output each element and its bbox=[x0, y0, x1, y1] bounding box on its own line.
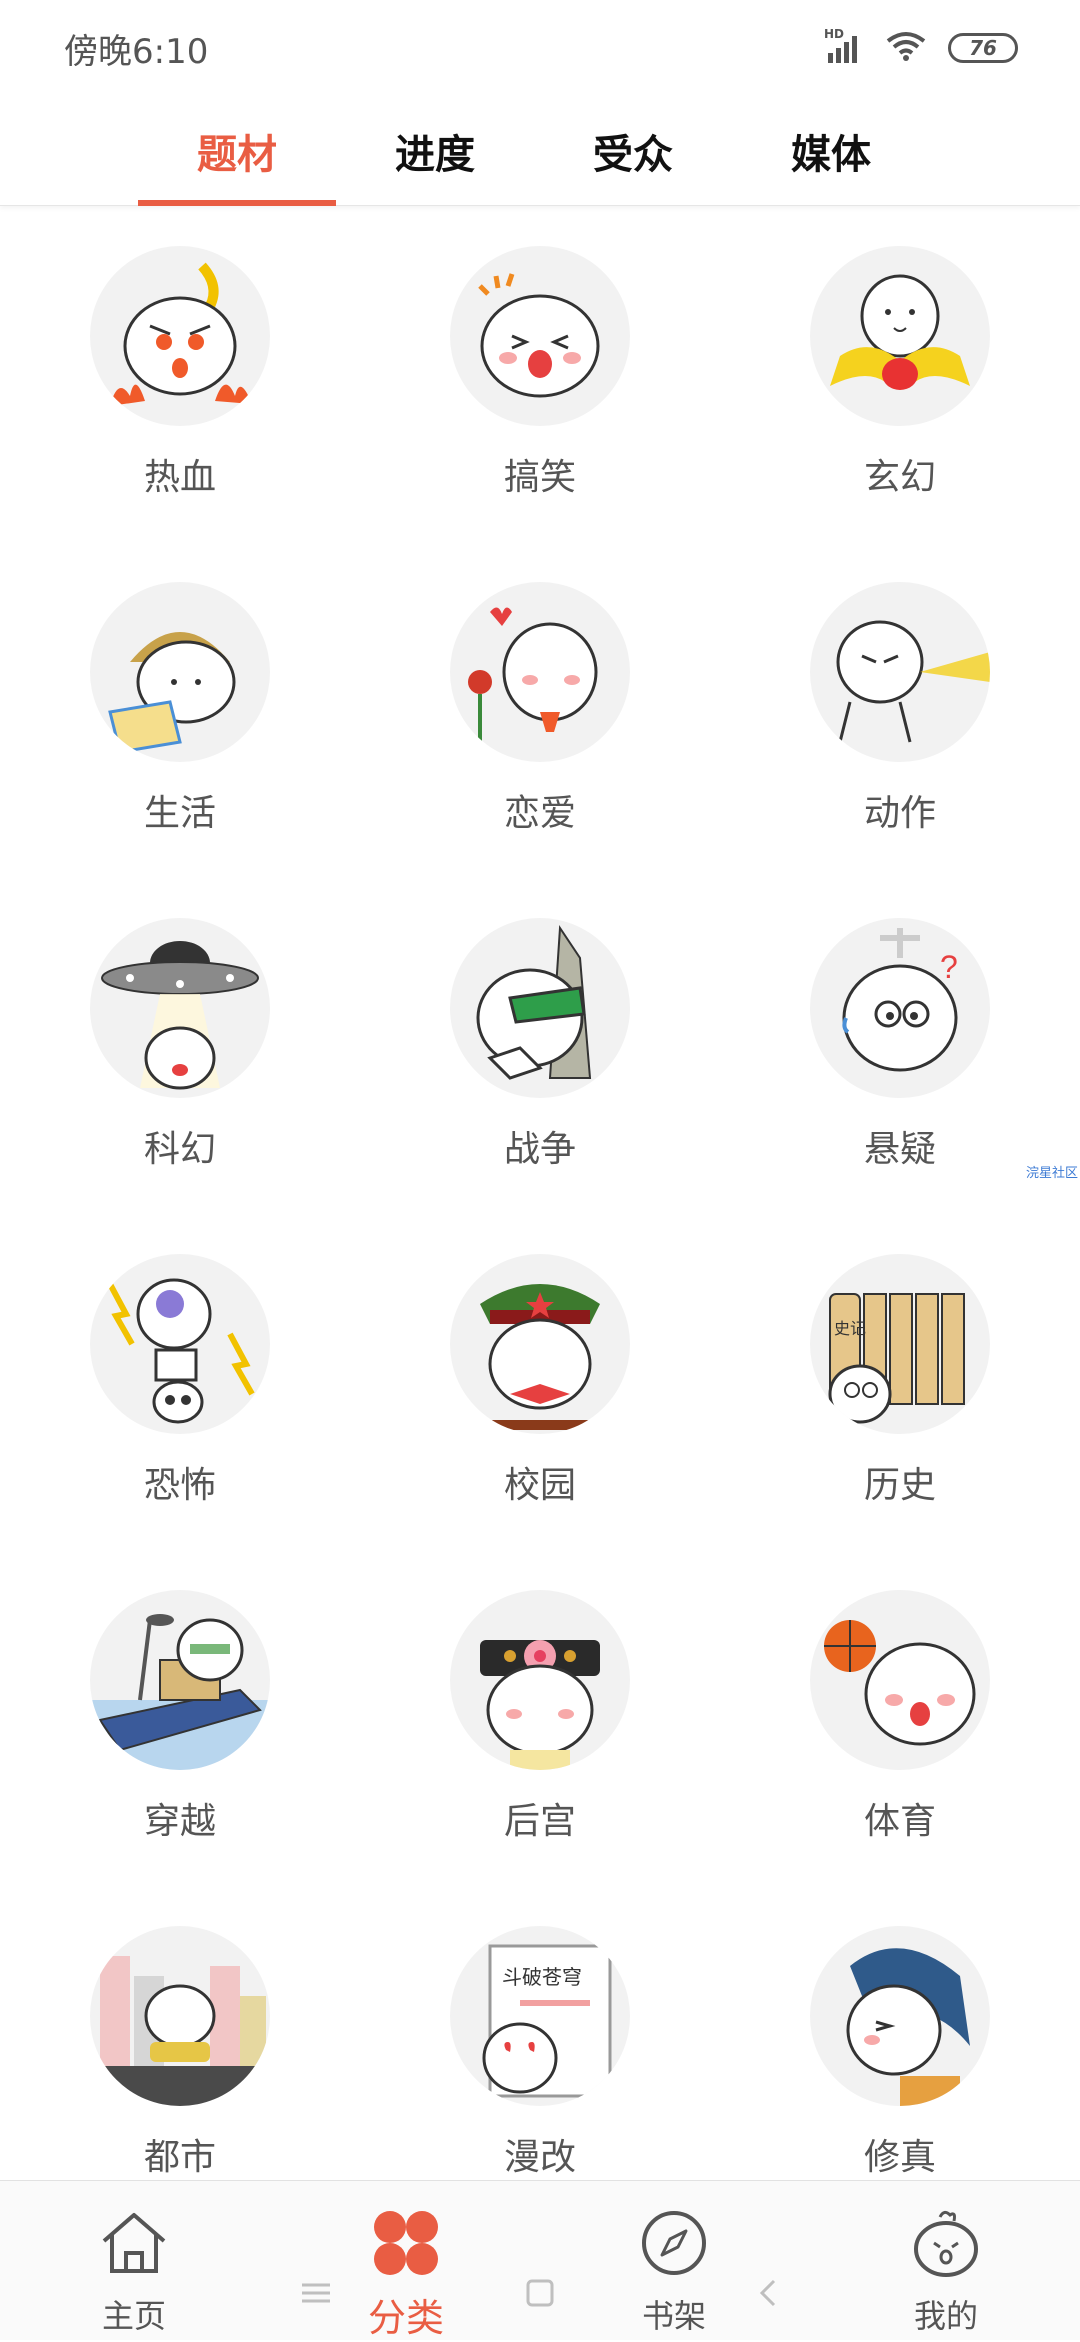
watermark: 浣星社区 bbox=[1025, 1166, 1078, 1181]
category-label: 都市 bbox=[143, 2137, 216, 2178]
category-label: 恋爱 bbox=[503, 793, 576, 834]
status-bar: 傍晚6:10 HD 76 bbox=[0, 0, 1080, 96]
tab-label: 受众 bbox=[593, 132, 673, 178]
wifi-icon bbox=[886, 31, 926, 65]
status-time: 傍晚6:10 bbox=[64, 31, 209, 72]
tab-label: 进度 bbox=[395, 132, 475, 178]
category-label: 热血 bbox=[143, 457, 216, 498]
category-fantasy[interactable]: 玄幻 bbox=[720, 206, 1080, 542]
time-travel-boat-mascot-icon bbox=[90, 1590, 270, 1770]
category-campus[interactable]: 校园 bbox=[360, 1214, 720, 1550]
category-label: 漫改 bbox=[503, 2137, 576, 2178]
home-icon bbox=[102, 2213, 166, 2273]
fantasy-mascot-icon bbox=[810, 246, 990, 426]
category-icon bbox=[374, 2211, 438, 2275]
campus-mascot-icon bbox=[450, 1254, 630, 1434]
tab-progress[interactable]: 进度 bbox=[336, 96, 534, 206]
category-label: 校园 bbox=[503, 1465, 576, 1506]
nav-home[interactable]: 主页 bbox=[34, 2181, 234, 2341]
system-home-icon[interactable] bbox=[520, 2273, 560, 2313]
system-back-icon[interactable] bbox=[748, 2273, 788, 2313]
category-label: 玄幻 bbox=[863, 457, 936, 498]
scifi-ufo-mascot-icon bbox=[90, 918, 270, 1098]
category-label: 战争 bbox=[503, 1129, 576, 1170]
category-label: 修真 bbox=[863, 2137, 936, 2178]
svg-text:?: ? bbox=[940, 949, 958, 985]
tab-subject[interactable]: 题材 bbox=[138, 96, 336, 206]
category-label: 体育 bbox=[863, 1801, 936, 1842]
tab-label: 媒体 bbox=[791, 132, 871, 178]
category-hot-blood[interactable]: 热血 bbox=[0, 206, 360, 542]
city-mascot-icon bbox=[90, 1926, 270, 2106]
nav-profile[interactable]: 我的 bbox=[846, 2181, 1046, 2341]
network-badge: HD bbox=[824, 27, 845, 41]
bottom-nav: 主页 分类 书架 我的 bbox=[0, 2180, 1080, 2340]
funny-mascot-icon bbox=[450, 246, 630, 426]
category-horror[interactable]: 恐怖 bbox=[0, 1214, 360, 1550]
profile-mascot-icon bbox=[914, 2210, 978, 2277]
action-mascot-icon bbox=[810, 582, 990, 762]
category-label: 恐怖 bbox=[143, 1465, 216, 1506]
category-romance[interactable]: 恋爱 bbox=[360, 542, 720, 878]
category-history[interactable]: 史记 历史 bbox=[720, 1214, 1080, 1550]
category-action[interactable]: 动作 bbox=[720, 542, 1080, 878]
war-mascot-icon bbox=[450, 918, 630, 1098]
category-label: 生活 bbox=[143, 793, 216, 834]
category-sports[interactable]: 体育 bbox=[720, 1550, 1080, 1886]
category-adaptation[interactable]: 斗破苍穹 漫改 bbox=[360, 1886, 720, 2180]
nav-label: 分类 bbox=[367, 2296, 444, 2340]
category-grid: 热血 搞笑 玄幻 生活 恋爱 动作 科幻 战争 ? 悬疑 恐怖 校园 史记 历史… bbox=[0, 206, 1080, 2180]
category-life[interactable]: 生活 bbox=[0, 542, 360, 878]
category-label: 动作 bbox=[863, 793, 936, 834]
status-icons: HD 76 bbox=[824, 27, 1018, 65]
category-tabs: 题材 进度 受众 媒体 bbox=[0, 96, 1080, 206]
tab-audience[interactable]: 受众 bbox=[534, 96, 732, 206]
tab-label: 题材 bbox=[197, 132, 277, 178]
category-label: 后宫 bbox=[503, 1801, 576, 1842]
category-label: 历史 bbox=[863, 1465, 936, 1506]
category-scifi[interactable]: 科幻 bbox=[0, 878, 360, 1214]
nav-category[interactable]: 分类 bbox=[306, 2181, 506, 2341]
category-city[interactable]: 都市 bbox=[0, 1886, 360, 2180]
mystery-mascot-icon: ? bbox=[810, 918, 990, 1098]
palace-mascot-icon bbox=[450, 1590, 630, 1770]
category-funny[interactable]: 搞笑 bbox=[360, 206, 720, 542]
book-cover-text: 斗破苍穹 bbox=[502, 1965, 582, 1989]
category-time-travel[interactable]: 穿越 bbox=[0, 1550, 360, 1886]
nav-label: 书架 bbox=[641, 2297, 706, 2335]
adaptation-book-mascot-icon: 斗破苍穹 bbox=[450, 1926, 630, 2106]
category-label: 穿越 bbox=[143, 1801, 216, 1842]
nav-label: 主页 bbox=[101, 2297, 166, 2335]
bamboo-text: 史记 bbox=[834, 1319, 866, 1338]
signal-icon: HD bbox=[824, 27, 864, 63]
nav-label: 我的 bbox=[913, 2297, 978, 2335]
life-mascot-icon bbox=[90, 582, 270, 762]
category-palace[interactable]: 后宫 bbox=[360, 1550, 720, 1886]
compass-icon bbox=[642, 2211, 706, 2275]
history-bamboo-mascot-icon: 史记 bbox=[810, 1254, 990, 1434]
hot-blood-mascot-icon bbox=[90, 246, 270, 426]
category-war[interactable]: 战争 bbox=[360, 878, 720, 1214]
category-cultivation[interactable]: 修真 bbox=[720, 1886, 1080, 2180]
cultivation-mascot-icon bbox=[810, 1926, 990, 2106]
sports-basketball-mascot-icon bbox=[810, 1590, 990, 1770]
category-label: 科幻 bbox=[143, 1129, 216, 1170]
tab-media[interactable]: 媒体 bbox=[732, 96, 930, 206]
horror-skull-mascot-icon bbox=[90, 1254, 270, 1434]
category-label: 搞笑 bbox=[503, 457, 576, 498]
nav-bookshelf[interactable]: 书架 bbox=[574, 2181, 774, 2341]
romance-mascot-icon bbox=[450, 582, 630, 762]
battery-icon: 76 bbox=[948, 33, 1018, 63]
